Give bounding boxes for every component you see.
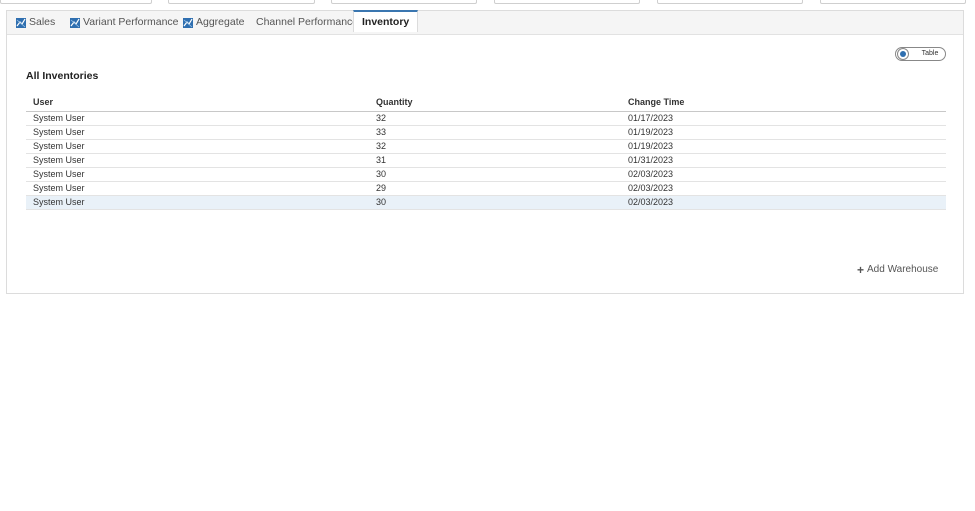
plus-icon: + xyxy=(857,262,865,277)
add-warehouse-button[interactable]: + Add Warehouse xyxy=(857,262,939,277)
cell-user: System User xyxy=(26,111,369,126)
top-field-strip xyxy=(0,0,975,4)
cell-user: System User xyxy=(26,153,369,168)
cell-quantity: 30 xyxy=(369,195,621,210)
tab-label: Sales xyxy=(29,16,56,28)
tab-aggregate[interactable]: Aggregate xyxy=(183,11,244,34)
table-row[interactable]: System User 31 01/31/2023 xyxy=(26,153,946,168)
top-field[interactable] xyxy=(820,0,966,4)
cell-user: System User xyxy=(26,167,369,182)
table-row[interactable]: System User 32 01/17/2023 xyxy=(26,111,946,126)
table-row[interactable]: System User 33 01/19/2023 xyxy=(26,125,946,140)
tab-label: Variant Performance xyxy=(83,16,179,28)
cell-change-time: 02/03/2023 xyxy=(621,167,946,182)
cell-change-time: 01/19/2023 xyxy=(621,139,946,154)
cell-quantity: 30 xyxy=(369,167,621,182)
cell-change-time: 02/03/2023 xyxy=(621,195,946,210)
cell-quantity: 29 xyxy=(369,181,621,196)
cell-user: System User xyxy=(26,125,369,140)
cell-change-time: 01/19/2023 xyxy=(621,125,946,140)
table-row[interactable]: System User 30 02/03/2023 xyxy=(26,195,946,210)
top-field[interactable] xyxy=(168,0,315,4)
top-field[interactable] xyxy=(331,0,477,4)
table-row[interactable]: System User 30 02/03/2023 xyxy=(26,167,946,182)
top-field[interactable] xyxy=(0,0,152,4)
cell-quantity: 32 xyxy=(369,139,621,154)
report-panel: Sales Variant Performance Aggregate Chan… xyxy=(6,10,964,294)
cell-user: System User xyxy=(26,195,369,210)
add-warehouse-label: Add Warehouse xyxy=(867,264,939,275)
inventory-table: User Quantity Change Time System User 32… xyxy=(26,93,946,210)
top-field[interactable] xyxy=(657,0,803,4)
table-row[interactable]: System User 32 01/19/2023 xyxy=(26,139,946,154)
cell-quantity: 32 xyxy=(369,111,621,126)
top-field[interactable] xyxy=(494,0,640,4)
chart-icon xyxy=(183,17,193,28)
tab-sales[interactable]: Sales xyxy=(16,11,55,34)
view-toggle[interactable]: Table xyxy=(895,47,946,61)
tab-channel-performance[interactable]: Channel Performance xyxy=(256,11,358,34)
cell-quantity: 31 xyxy=(369,153,621,168)
chart-icon xyxy=(70,17,80,28)
tab-label: Channel Performance xyxy=(256,16,359,28)
cell-change-time: 01/17/2023 xyxy=(621,111,946,126)
tab-label: Aggregate xyxy=(196,16,245,28)
toggle-label: Table xyxy=(921,50,939,57)
toggle-knob xyxy=(897,48,909,60)
cell-change-time: 02/03/2023 xyxy=(621,181,946,196)
cell-change-time: 01/31/2023 xyxy=(621,153,946,168)
section-title: All Inventories xyxy=(26,70,99,82)
column-header-change-time[interactable]: Change Time xyxy=(621,93,946,112)
chart-icon xyxy=(16,17,26,28)
column-header-user[interactable]: User xyxy=(26,93,369,112)
tab-bar: Sales Variant Performance Aggregate Chan… xyxy=(7,10,963,35)
column-header-quantity[interactable]: Quantity xyxy=(369,93,621,112)
tab-inventory[interactable]: Inventory xyxy=(353,10,419,32)
tab-label: Inventory xyxy=(362,15,410,28)
cell-user: System User xyxy=(26,139,369,154)
tab-variant-performance[interactable]: Variant Performance xyxy=(70,11,179,34)
table-header-row: User Quantity Change Time xyxy=(26,93,946,112)
table-row[interactable]: System User 29 02/03/2023 xyxy=(26,181,946,196)
cell-user: System User xyxy=(26,181,369,196)
cell-quantity: 33 xyxy=(369,125,621,140)
